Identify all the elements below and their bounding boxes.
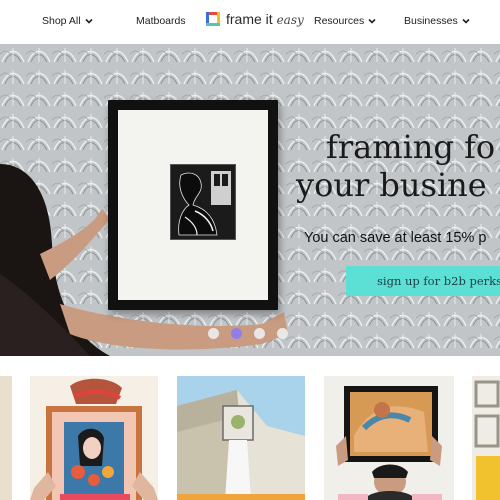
artwork-illustration	[171, 165, 235, 239]
top-navigation: Shop All Matboards frame it easy Resourc…	[0, 0, 500, 44]
b2b-signup-button[interactable]: sign up for b2b perks	[346, 266, 500, 296]
card-3-image	[324, 376, 454, 500]
carousel-dot-4[interactable]	[277, 328, 288, 339]
hero-title-line-2: your busine	[296, 166, 487, 204]
site-logo[interactable]: frame it easy	[206, 11, 304, 27]
hero-title-line-1: framing fo	[326, 128, 496, 166]
frame-it-easy-logo-icon	[206, 12, 220, 26]
carousel-dots	[208, 328, 288, 339]
card-4-image	[472, 376, 500, 500]
category-card-partial-left[interactable]	[0, 376, 12, 500]
logo-accent-text: easy	[276, 13, 304, 27]
hero-subtitle: You can save at least 15% p	[304, 230, 487, 246]
hero-banner[interactable]: framing fo your busine You can save at l…	[0, 44, 500, 356]
chevron-down-icon	[368, 18, 376, 24]
category-card-1[interactable]	[30, 376, 158, 500]
card-1-image	[30, 376, 158, 500]
artwork-print	[170, 164, 236, 240]
nav-businesses-label: Businesses	[404, 15, 458, 27]
nav-matboards[interactable]: Matboards	[136, 15, 186, 27]
category-card-2[interactable]	[177, 376, 305, 500]
logo-wordmark: frame it easy	[226, 11, 304, 27]
card-2-image	[177, 376, 305, 500]
carousel-dot-2[interactable]	[231, 328, 242, 339]
hero-title: framing fo your busine	[296, 128, 500, 204]
category-card-partial-right[interactable]	[472, 376, 500, 500]
nav-resources[interactable]: Resources	[314, 15, 377, 27]
category-card-3[interactable]	[324, 376, 454, 500]
nav-businesses[interactable]: Businesses	[404, 15, 471, 27]
frame-matboard	[118, 110, 268, 300]
framed-artwork	[108, 100, 278, 310]
nav-shop-all[interactable]: Shop All	[42, 15, 94, 27]
logo-main-text: frame it	[226, 11, 273, 27]
carousel-dot-1[interactable]	[208, 328, 219, 339]
carousel-dot-3[interactable]	[254, 328, 265, 339]
featured-cards-row	[0, 356, 500, 500]
nav-matboards-label: Matboards	[136, 15, 186, 27]
chevron-down-icon	[462, 18, 470, 24]
nav-resources-label: Resources	[314, 15, 365, 27]
nav-shop-all-label: Shop All	[42, 15, 81, 27]
chevron-down-icon	[84, 18, 93, 24]
